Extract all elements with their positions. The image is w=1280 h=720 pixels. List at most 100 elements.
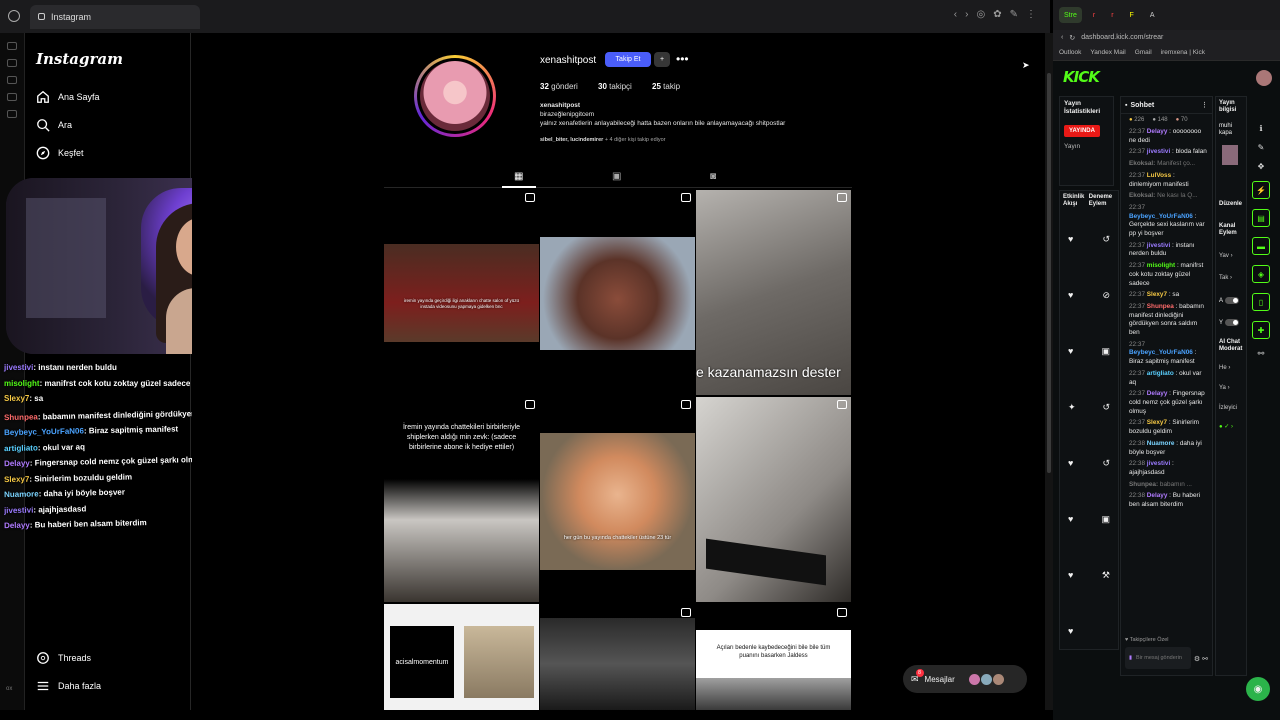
action-row[interactable]: Tak › — [1219, 275, 1232, 281]
chat-username[interactable]: jivestivi — [1147, 460, 1170, 467]
chat-message[interactable]: 22:37 jivestivi : instanı nerden buldu — [1129, 242, 1208, 259]
nav-explore[interactable]: Keşfet — [36, 146, 84, 160]
browser-logo-icon[interactable] — [8, 10, 20, 22]
chat-username[interactable]: Delayy — [1147, 128, 1168, 135]
chat-message[interactable]: 22:37 LulVoss : dinlemiyom manifesti — [1129, 172, 1208, 189]
chat-message[interactable]: 22:38 jivestivi : ajajhjasdasd — [1129, 460, 1208, 477]
post-tile-4[interactable]: İremin yayında chattekileri birbirleriyl… — [384, 397, 539, 602]
grid-tab-icon[interactable]: ▦ — [514, 171, 523, 182]
reload-icon[interactable]: ↻ — [1069, 34, 1075, 42]
crosshair-icon[interactable]: ✥ — [1252, 162, 1270, 171]
edit-button[interactable]: Düzenle — [1219, 201, 1242, 207]
more-options-icon[interactable]: ••• — [676, 52, 689, 66]
heart-icon[interactable]: ♥ — [1068, 570, 1073, 580]
post-tile-2[interactable] — [540, 190, 695, 395]
chat-message[interactable]: 22:38 Delayy : Bu haberi ben alsam biter… — [1129, 492, 1208, 509]
heart-icon[interactable]: ♥ — [1068, 458, 1073, 468]
help-button[interactable]: ◉ — [1246, 677, 1270, 701]
post-tile-1[interactable]: iremin yayında geçirdiği ilgi anakların … — [384, 190, 539, 395]
post-tile-9[interactable]: Açıları bedenle kaybedeceğini bile bile … — [696, 604, 851, 710]
chat-username[interactable]: Beybeyc_YoUrFaN06 — [1129, 349, 1193, 356]
toggle-row[interactable]: Y — [1219, 319, 1240, 326]
post-tile-3[interactable]: e kazanamazsın dester — [696, 190, 851, 395]
action-row[interactable]: He › — [1219, 365, 1230, 371]
suggest-button[interactable]: + — [654, 52, 670, 67]
strip-icon[interactable] — [7, 76, 17, 84]
clip-icon[interactable]: ▣ — [1101, 514, 1110, 525]
reels-tab-icon[interactable]: ▣ — [612, 171, 621, 182]
followed-by[interactable]: sibel_biter, lucindemirer + 4 diğer kişi… — [540, 137, 666, 143]
nav-search[interactable]: Ara — [36, 118, 72, 132]
chat-username[interactable]: misolight — [1147, 262, 1175, 269]
clipboard-icon[interactable]: ▤ — [1252, 209, 1270, 227]
chat-username[interactable]: Shunpea — [1147, 303, 1174, 310]
chat-username[interactable]: jivestivi — [1147, 242, 1170, 249]
mobile-icon[interactable]: ▯ — [1252, 293, 1270, 311]
tab[interactable]: A — [1145, 7, 1160, 23]
wrench-icon[interactable]: ✚ — [1252, 321, 1270, 339]
nav-threads[interactable]: Threads — [36, 651, 91, 665]
strip-icon[interactable] — [7, 42, 17, 50]
chat-username[interactable]: Delayy — [1147, 492, 1168, 499]
post-tile-6[interactable] — [696, 397, 851, 602]
strip-icon[interactable] — [7, 110, 17, 118]
action-row[interactable]: Yav › — [1219, 253, 1233, 259]
undo-icon[interactable]: ↺ — [1102, 458, 1110, 469]
chat-message[interactable]: 22:37 Shunpea : babamın manifest dinledi… — [1129, 303, 1208, 338]
chat-message[interactable]: 22:37 artigliato : okul var aq — [1129, 370, 1208, 387]
strip-icon[interactable] — [7, 59, 17, 67]
follow-button[interactable]: Takip Et — [605, 52, 651, 67]
ai-chat-moderation[interactable]: AI Chat Moderat — [1219, 339, 1246, 353]
chat-message[interactable]: 22:37 Delayy : oooooooo ne dedi — [1129, 128, 1208, 145]
tab[interactable]: r — [1088, 7, 1100, 23]
extension-icon[interactable]: ◎ — [976, 9, 985, 20]
back-icon[interactable]: ‹ — [954, 9, 957, 20]
chat-message[interactable]: Ekoksal: Manifest ço... — [1129, 160, 1208, 169]
menu-icon[interactable]: ⋮ — [1026, 9, 1036, 20]
toggle[interactable] — [1225, 319, 1240, 326]
back-icon[interactable]: ‹ — [1061, 34, 1063, 41]
broadcast-icon[interactable]: ◈ — [1252, 265, 1270, 283]
chat-username[interactable]: Delayy — [1147, 390, 1168, 397]
bookmark[interactable]: Gmail — [1135, 49, 1152, 56]
messages-bar[interactable]: ✉ 8 Mesajlar — [903, 665, 1027, 693]
action-row[interactable]: Ya › — [1219, 385, 1230, 391]
instagram-logo[interactable]: Instagram — [36, 50, 123, 68]
posts-count[interactable]: 32 gönderi — [540, 82, 578, 91]
post-tile-8[interactable] — [540, 604, 695, 710]
chat-message[interactable]: 22:38 Nuamore : daha iyi böyle boşver — [1129, 440, 1208, 457]
heart-icon[interactable]: ♥ — [1068, 346, 1073, 356]
kick-tab[interactable]: Stre — [1059, 7, 1082, 23]
chat-message[interactable]: Ekoksal: Ne kası la Q... — [1129, 192, 1208, 201]
edit-icon[interactable]: ✎ — [1252, 143, 1270, 152]
chat-message[interactable]: Shunpea: babamın ... — [1129, 481, 1208, 490]
chat-username[interactable]: Slexy7 — [1147, 419, 1167, 426]
tab[interactable]: F — [1125, 7, 1139, 23]
undo-icon[interactable]: ↺ — [1102, 234, 1110, 245]
user-avatar[interactable] — [1256, 70, 1272, 86]
chat-username[interactable]: Beybeyc_YoUrFaN06 — [1129, 213, 1193, 220]
chat-username[interactable]: Ekoksal: — [1129, 160, 1155, 167]
profile-avatar[interactable] — [414, 55, 496, 137]
kick-url-bar[interactable]: ‹ ↻ dashboard.kick.com/strear — [1053, 30, 1280, 45]
forward-icon[interactable]: › — [965, 9, 968, 20]
info-icon[interactable]: ℹ — [1252, 124, 1270, 133]
chat-username[interactable]: Ekoksal: — [1129, 192, 1155, 199]
bookmark[interactable]: Yandex Mail — [1090, 49, 1125, 56]
heart-icon[interactable]: ♥ — [1068, 626, 1073, 636]
chat-message[interactable]: 22:37 misolight : manifrst cok kotu zokt… — [1129, 262, 1208, 288]
nav-more[interactable]: Daha fazla — [36, 679, 101, 693]
toggle[interactable] — [1225, 297, 1240, 304]
tool-icon[interactable]: ⚒ — [1102, 570, 1110, 581]
chat-settings-icon[interactable]: ⚙ ⚯ — [1194, 655, 1208, 663]
kick-logo[interactable]: KICK — [1063, 68, 1100, 86]
lightning-icon[interactable]: ⚡ — [1252, 181, 1270, 199]
settings-icon[interactable]: ✿ — [993, 9, 1001, 20]
page-scrollbar[interactable] — [1045, 33, 1053, 710]
followers-count[interactable]: 30 takipçi — [598, 82, 632, 91]
strip-icon[interactable] — [7, 93, 17, 101]
pin-icon[interactable]: ✎ — [1010, 9, 1018, 20]
chat-message[interactable]: 22:37 Beybeyc_YoUrFaN06 : Gerçekte sexi … — [1129, 204, 1208, 239]
chat-username[interactable]: Slexy7 — [1147, 291, 1167, 298]
chat-username[interactable]: artigliato — [1147, 370, 1174, 377]
